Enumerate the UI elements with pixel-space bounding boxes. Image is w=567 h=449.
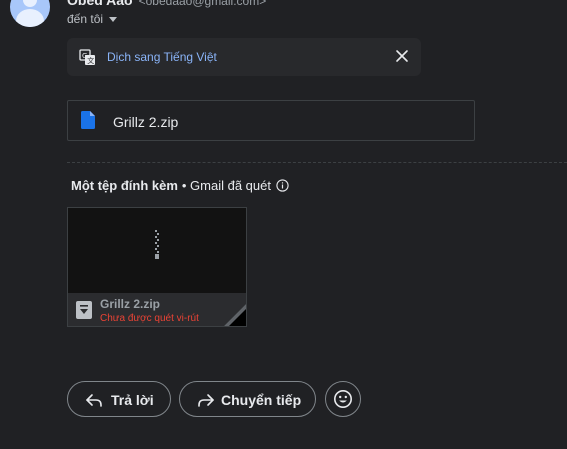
file-icon — [81, 111, 95, 129]
reply-button[interactable]: Trả lời — [67, 381, 171, 417]
forward-button[interactable]: Chuyển tiếp — [179, 381, 316, 417]
reply-icon — [86, 394, 102, 407]
chevron-down-icon[interactable] — [109, 17, 118, 22]
sender-email: <obedaao@gmail.com> — [138, 0, 267, 8]
file-chip[interactable]: Grillz 2.zip — [67, 100, 475, 141]
translate-bar: G 文 Dịch sang Tiếng Việt — [67, 38, 421, 76]
forward-label: Chuyển tiếp — [221, 392, 302, 408]
page-fold-icon — [224, 304, 246, 326]
divider — [67, 162, 567, 163]
avatar-body-shape — [16, 9, 44, 27]
svg-text:文: 文 — [87, 56, 94, 65]
avatar-head-shape — [23, 0, 37, 7]
translate-link[interactable]: Dịch sang Tiếng Việt — [107, 50, 217, 64]
reply-label: Trả lời — [111, 392, 154, 408]
forward-icon — [198, 394, 214, 407]
info-icon[interactable] — [276, 179, 289, 192]
sender-name[interactable]: Obed Aao — [67, 0, 133, 8]
emoji-reaction-button[interactable] — [325, 381, 361, 417]
attachment-name: Grillz 2.zip — [100, 297, 161, 311]
close-icon[interactable] — [394, 48, 410, 64]
zip-file-icon — [76, 301, 92, 319]
attachment-scan-warning: Chưa được quét vi-rút — [100, 313, 199, 324]
file-chip-label: Grillz 2.zip — [113, 114, 179, 130]
attachment-preview — [68, 208, 246, 293]
recipient-details-toggle[interactable]: đến tôi — [67, 12, 118, 26]
sender-avatar[interactable] — [10, 0, 50, 27]
sender-row: Obed Aao <obedaao@gmail.com> — [67, 0, 266, 8]
recipient-label: đến tôi — [67, 12, 104, 26]
translate-icon: G 文 — [79, 49, 95, 65]
emoji-icon — [334, 390, 352, 408]
email-view: Obed Aao <obedaao@gmail.com> đến tôi G 文… — [0, 0, 567, 449]
attachments-scan-note: • Gmail đã quét — [181, 178, 271, 193]
attachments-title: Một tệp đính kèm — [71, 178, 178, 193]
attachment-footer: Grillz 2.zip Chưa được quét vi-rút — [68, 293, 246, 326]
zipper-icon — [155, 230, 159, 259]
attachments-header: Một tệp đính kèm • Gmail đã quét — [71, 178, 289, 193]
attachment-card[interactable]: Grillz 2.zip Chưa được quét vi-rút — [67, 207, 247, 327]
